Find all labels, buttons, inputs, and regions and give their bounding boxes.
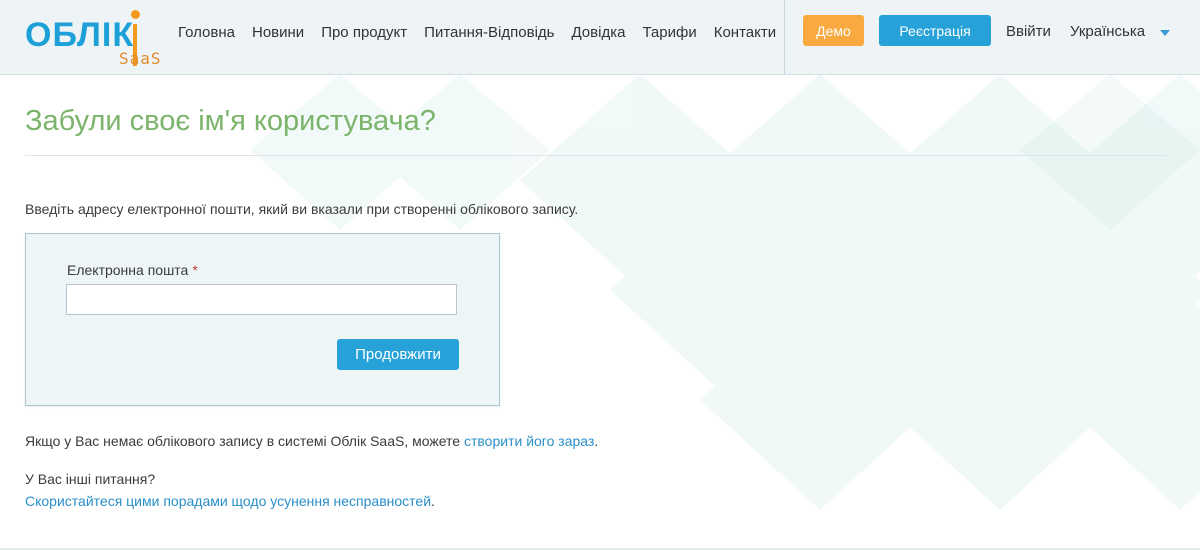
nav-item-news[interactable]: Новини — [252, 24, 304, 42]
troubleshooting-tips-link[interactable]: Скористайтеся цими порадами щодо усуненн… — [25, 493, 431, 509]
login-link[interactable]: Ввійти — [1006, 23, 1051, 40]
continue-button[interactable]: Продовжити — [337, 339, 459, 370]
chevron-down-icon[interactable] — [1160, 30, 1170, 36]
main-content: Забули своє ім'я користувача? Введіть ад… — [0, 75, 1200, 550]
email-label-text: Електронна пошта — [67, 262, 189, 278]
title-divider — [25, 155, 1166, 156]
nav-item-help[interactable]: Довідка — [571, 24, 625, 42]
oblik-saas-logo[interactable]: ОБЛІК SaaS — [25, 8, 175, 68]
create-account-link[interactable]: створити його зараз — [464, 433, 594, 449]
main-nav: Головна Новини Про продукт Питання-Відпо… — [178, 24, 776, 42]
top-header: ОБЛІК SaaS Головна Новини Про продукт Пи… — [0, 0, 1200, 75]
no-account-suffix: . — [594, 433, 599, 449]
tips-suffix: . — [431, 493, 435, 509]
required-mark: * — [192, 262, 198, 278]
logo-subtitle: SaaS — [119, 49, 162, 68]
logo-wordmark: ОБЛІК — [25, 16, 135, 54]
recovery-form: Електронна пошта * Продовжити — [25, 233, 500, 406]
page-title: Забули своє ім'я користувача? — [25, 105, 436, 137]
nav-item-home[interactable]: Головна — [178, 24, 235, 42]
logo-dot — [131, 10, 140, 19]
language-selector[interactable]: Українська — [1070, 23, 1145, 40]
nav-item-faq[interactable]: Питання-Відповідь — [424, 24, 554, 42]
nav-item-about[interactable]: Про продукт — [321, 24, 407, 42]
email-label: Електронна пошта * — [67, 262, 198, 278]
header-divider — [784, 0, 785, 74]
tips-text: Скористайтеся цими порадами щодо усуненн… — [25, 493, 435, 509]
nav-item-contacts[interactable]: Контакти — [714, 24, 776, 42]
nav-item-pricing[interactable]: Тарифи — [642, 24, 696, 42]
register-button[interactable]: Реєстрація — [879, 15, 991, 46]
demo-button[interactable]: Демо — [803, 15, 864, 46]
no-account-text: Якщо у Вас немає облікового запису в сис… — [25, 433, 598, 449]
no-account-prefix: Якщо у Вас немає облікового запису в сис… — [25, 433, 464, 449]
email-field[interactable] — [66, 284, 457, 315]
intro-text: Введіть адресу електронної пошти, який в… — [25, 201, 579, 217]
other-questions-text: У Вас інші питання? — [25, 471, 156, 487]
